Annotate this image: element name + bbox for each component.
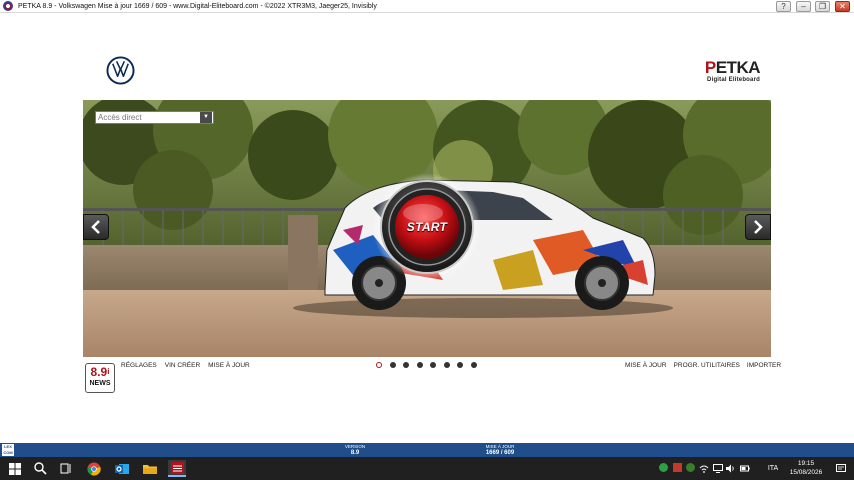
task-view-icon[interactable] [57,460,75,477]
display-icon[interactable] [713,463,723,474]
tray-app-icon[interactable] [686,463,695,472]
mise-a-jour-link-left[interactable]: Mise à jour [208,362,250,369]
notifications-icon[interactable] [836,463,846,474]
start-label: START [406,220,448,234]
carousel-next-button[interactable] [745,214,771,240]
carousel-dot[interactable] [389,362,396,368]
dropdown-arrow-icon[interactable]: ▼ [200,112,212,123]
reglages-link[interactable]: Réglages [121,362,157,369]
carousel-dot[interactable] [416,362,423,368]
windows-start-icon[interactable] [6,460,24,477]
vin-creer-link[interactable]: VIN créer [165,362,200,369]
tray-app-icon[interactable] [659,463,668,472]
progr-utilitaires-link[interactable]: Progr. utilitaires [674,362,740,369]
mise-a-jour-link-right[interactable]: Mise à jour [625,362,667,369]
carousel-dots [376,362,484,368]
minimize-button[interactable]: – [796,1,811,12]
carousel-dot[interactable] [430,362,436,368]
petka-app-icon [3,1,13,11]
carousel-dot[interactable] [443,362,450,368]
status-bar: LEX COM VERSION 8.9 MISE À JOUR 1669 / 6… [0,443,854,457]
news-badge[interactable]: 8.9i NEWS [85,363,115,393]
help-button[interactable]: ? [776,1,791,12]
windows-taskbar: ITA 19:15 15/08/2026 [0,457,854,480]
window-title: PETKA 8.9 - Volkswagen Mise à jour 1669 … [18,2,377,10]
petka-logo: PETKA Digital Eliteboard [698,59,761,84]
chrome-icon[interactable] [85,460,103,477]
system-clock[interactable]: 19:15 15/08/2026 [785,459,827,477]
importer-link[interactable]: Importer [747,362,781,369]
petka-taskbar-icon[interactable] [168,460,186,477]
chevron-left-icon [91,220,100,234]
carousel-dot[interactable] [457,362,463,368]
volume-icon[interactable] [726,463,736,474]
lexcom-logo: LEX COM [2,444,14,456]
volkswagen-logo [106,56,135,85]
battery-icon[interactable] [740,463,750,474]
network-icon[interactable] [699,463,709,474]
search-icon[interactable] [31,460,49,477]
carousel-prev-button[interactable] [83,214,109,240]
carousel-dot[interactable] [403,362,409,368]
acces-direct-combo[interactable]: ▼ [95,111,214,124]
petka-subtitle: Digital Eliteboard [707,77,760,83]
version-info: VERSION 8.9 [344,444,366,456]
window-titlebar: PETKA 8.9 - Volkswagen Mise à jour 1669 … [0,0,854,13]
right-menu-links: Mise à jour Progr. utilitaires Importer [625,362,788,369]
file-explorer-icon[interactable] [141,460,159,477]
tray-app-icon[interactable] [673,463,682,472]
close-button[interactable]: ✕ [835,1,850,12]
update-info: MISE À JOUR 1669 / 609 [485,444,515,456]
carousel-dot[interactable] [470,362,477,368]
acces-direct-input[interactable] [96,112,200,123]
carousel-dot[interactable] [376,362,382,368]
left-menu-links: Réglages VIN créer Mise à jour [121,362,258,369]
outlook-icon[interactable] [113,460,131,477]
language-indicator[interactable]: ITA [765,463,781,474]
maximize-button[interactable]: ❐ [815,1,830,12]
chevron-right-icon [754,220,763,234]
